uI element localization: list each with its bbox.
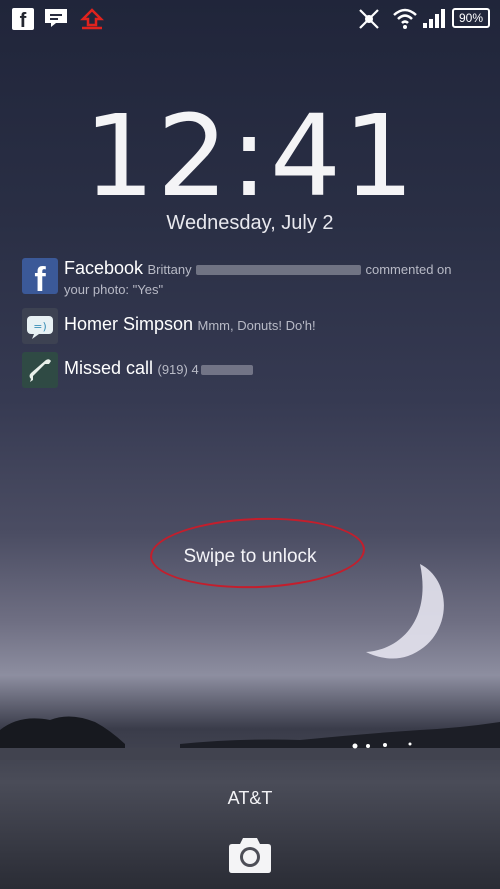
upload-icon xyxy=(80,8,104,30)
notification-missed-call[interactable]: Missed call (919) 4 xyxy=(22,352,482,388)
carrier-label: AT&T xyxy=(227,788,273,808)
notification-title: Homer Simpson xyxy=(64,314,194,334)
status-bar: f 90% xyxy=(0,0,500,38)
battery-indicator: 90% xyxy=(452,8,490,28)
horizon-landscape xyxy=(0,716,500,760)
notification-body: Brittany xyxy=(147,262,192,277)
notification-facebook[interactable]: f Facebook Brittany commented on your ph… xyxy=(22,258,482,300)
redacted-text xyxy=(196,264,362,275)
missed-call-icon xyxy=(22,352,58,388)
mute-icon xyxy=(359,9,379,29)
notification-body: your photo: "Yes" xyxy=(64,282,164,297)
notification-title: Facebook xyxy=(64,258,144,278)
facebook-icon: f xyxy=(22,258,58,294)
notification-message[interactable]: =) Homer Simpson Mmm, Donuts! Do'h! xyxy=(22,308,482,344)
facebook-icon: f xyxy=(12,8,34,32)
clock-time: 12:41 xyxy=(83,92,417,222)
notification-body: (919) 4 xyxy=(157,362,199,377)
redacted-text xyxy=(200,364,253,375)
signal-icon xyxy=(423,9,445,28)
notification-list: f Facebook Brittany commented on your ph… xyxy=(22,258,482,396)
clock-date: Wednesday, July 2 xyxy=(166,212,334,234)
crescent-moon xyxy=(366,564,444,659)
notification-body: Mmm, Donuts! Do'h! xyxy=(197,318,316,333)
camera-icon[interactable] xyxy=(228,834,272,874)
notification-body: commented on xyxy=(365,262,452,277)
notification-title: Missed call xyxy=(64,358,154,378)
wifi-icon xyxy=(393,8,417,29)
message-icon: =) xyxy=(22,308,58,344)
svg-text:=): =) xyxy=(33,320,47,333)
message-icon xyxy=(45,9,67,27)
